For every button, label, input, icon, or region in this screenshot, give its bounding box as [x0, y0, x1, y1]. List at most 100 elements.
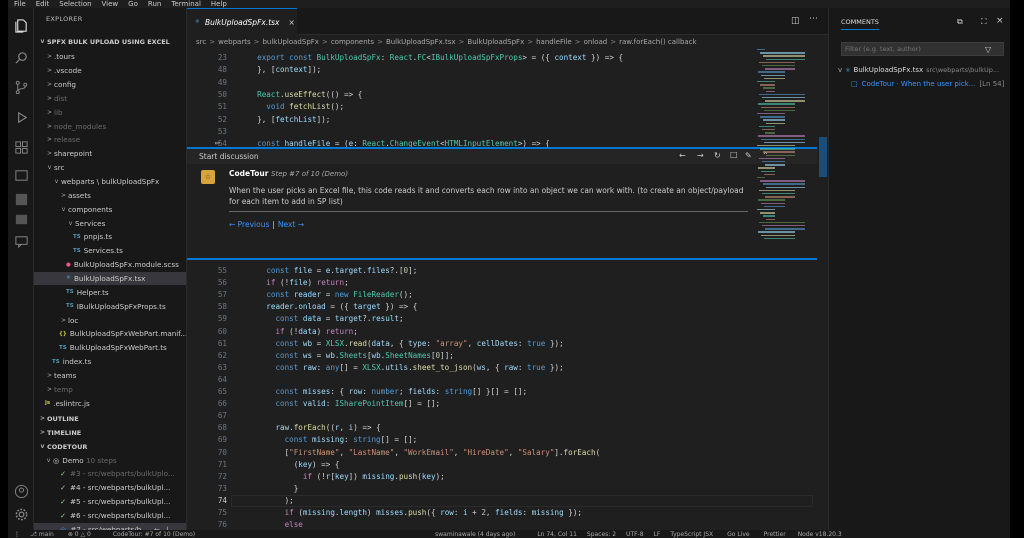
account-icon[interactable]: [12, 482, 30, 500]
tour-step[interactable]: ✓ #4 - src/webparts/bulkUpl...: [34, 481, 186, 495]
code-top[interactable]: 23 export const BulkUploadSpFx: React.FC…: [187, 49, 817, 148]
tree-item[interactable]: > .tours: [34, 50, 186, 64]
line-ending[interactable]: LF: [654, 531, 661, 538]
breadcrumb-item[interactable]: handleFile: [536, 38, 572, 46]
tree-item[interactable]: TS Helper.ts: [34, 285, 186, 299]
run-debug-icon[interactable]: [12, 108, 30, 126]
split-editor-icon[interactable]: ◫: [791, 16, 800, 26]
tree-item[interactable]: > sharepoint: [34, 147, 186, 161]
tree-item[interactable]: > .vscode: [34, 64, 186, 78]
tree-item[interactable]: TS BulkUploadSpFxWebPart.ts: [34, 341, 186, 355]
pnp-icon[interactable]: [12, 190, 30, 208]
tree-item[interactable]: ● BulkUploadSpFx.module.scss: [34, 258, 186, 272]
explorer-icon[interactable]: [12, 16, 30, 34]
comment-file-row[interactable]: v ⚛ BulkUploadSpFx.tsx src\webparts\bulk…: [838, 66, 999, 74]
menu-edit[interactable]: Edit: [36, 0, 50, 8]
breadcrumb-item[interactable]: BulkUploadSpFx.tsx: [386, 38, 456, 46]
tree-item[interactable]: {} BulkUploadSpFxWebPart.manif...: [34, 327, 186, 341]
outline-section[interactable]: > OUTLINE: [34, 412, 186, 426]
comment-thread-row[interactable]: □ CodeTour · When the user pick... [Ln 5…: [851, 80, 1004, 88]
extensions-icon[interactable]: [12, 138, 30, 156]
ms365-icon[interactable]: [12, 166, 30, 184]
previous-link[interactable]: ← Previous: [229, 220, 269, 229]
tree-item[interactable]: TS index.ts: [34, 355, 186, 369]
tree-item[interactable]: > loc: [34, 313, 186, 327]
language-mode[interactable]: TypeScript JSX: [670, 531, 713, 538]
project-header[interactable]: v SPFX BULK UPLOAD USING EXCEL: [34, 35, 186, 49]
menu-selection[interactable]: Selection: [59, 0, 91, 8]
breadcrumb-item[interactable]: onload: [584, 38, 608, 46]
comments-panel-icon[interactable]: [12, 232, 30, 250]
breadcrumb-item[interactable]: src: [196, 38, 206, 46]
comment-gutter-icon[interactable]: ▭: [215, 139, 219, 147]
menu-file[interactable]: File: [14, 0, 26, 8]
breadcrumb-item[interactable]: components: [331, 38, 374, 46]
tree-item[interactable]: > teams: [34, 369, 186, 383]
tab-bulkuploadspfx[interactable]: ⚛ BulkUploadSpFx.tsx ×: [187, 8, 297, 35]
manage-gear-icon[interactable]: [12, 505, 30, 523]
tree-item[interactable]: > release: [34, 133, 186, 147]
search-icon[interactable]: [12, 48, 30, 66]
tree-item[interactable]: ⚛ BulkUploadSpFx.tsx: [34, 271, 186, 286]
arrow-right-icon[interactable]: →: [697, 151, 704, 160]
tree-item[interactable]: TS Services.ts: [34, 244, 186, 258]
menu-help[interactable]: Help: [211, 0, 227, 8]
filter-icon[interactable]: ▽: [985, 45, 991, 54]
tree-item[interactable]: v components: [34, 202, 186, 216]
collapse-all-icon[interactable]: ⧉: [957, 17, 963, 27]
menu-run[interactable]: Run: [148, 0, 161, 8]
codetour-status[interactable]: CodeTour: #7 of 10 (Demo): [113, 531, 195, 538]
next-link[interactable]: Next →: [278, 220, 304, 229]
timeline-section[interactable]: > TIMELINE: [34, 426, 186, 440]
tree-item[interactable]: js .eslintrc.js: [34, 396, 186, 410]
prettier[interactable]: Prettier: [764, 531, 786, 538]
tree-item[interactable]: > lib: [34, 105, 186, 119]
tree-item[interactable]: v webparts \ bulkUploadSpFx: [34, 175, 186, 189]
go-live[interactable]: Go Live: [727, 531, 749, 538]
cursor-position[interactable]: Ln 74, Col 11: [537, 531, 577, 538]
close-panel-icon[interactable]: ×: [996, 16, 1004, 26]
tree-item[interactable]: v Services: [34, 216, 186, 230]
tour-demo[interactable]: v ◎ Demo 10 steps: [34, 454, 186, 468]
menu-go[interactable]: Go: [128, 0, 138, 8]
menu-view[interactable]: View: [102, 0, 119, 8]
source-control-icon[interactable]: [12, 78, 30, 96]
breadcrumb-item[interactable]: raw.forEach() callback: [619, 38, 696, 46]
tree-item[interactable]: > temp: [34, 382, 186, 396]
comments-filter-input[interactable]: [845, 45, 985, 53]
node-version[interactable]: Node v18.20.3: [798, 531, 842, 538]
indentation[interactable]: Spaces: 2: [587, 531, 616, 538]
tree-item[interactable]: > node_modules: [34, 119, 186, 133]
breadcrumb-item[interactable]: BulkUploadSpFx: [467, 38, 524, 46]
tree-item[interactable]: > dist: [34, 92, 186, 106]
remote-icon[interactable]: ⋮: [14, 531, 20, 538]
tour-step[interactable]: ✓ #3 - src/webparts/bulkUplo...: [34, 467, 186, 481]
comments-tab[interactable]: COMMENTS: [841, 18, 879, 30]
tree-item[interactable]: > config: [34, 78, 186, 92]
scrollbar-thumb[interactable]: [819, 137, 827, 177]
tree-item[interactable]: TS pnpjs.ts: [34, 230, 186, 244]
branch-status[interactable]: ⎇ main: [30, 531, 54, 538]
tree-item[interactable]: v src: [34, 161, 186, 175]
problems-status[interactable]: ⊗ 0 △ 0: [68, 531, 91, 538]
breadcrumb-item[interactable]: bulkUploadSpFx: [262, 38, 318, 46]
close-tab-icon[interactable]: ×: [289, 18, 295, 27]
code-bottom[interactable]: 55 const file = e.target.files?.[0]; 56 i…: [187, 262, 817, 530]
stop-icon[interactable]: □: [730, 150, 738, 159]
minimap[interactable]: [757, 49, 815, 249]
tree-item[interactable]: > assets: [34, 189, 186, 203]
more-actions-icon[interactable]: ⋯: [809, 14, 818, 24]
tour-step[interactable]: ◎ #7 - src/webparts/b... ← ↓: [34, 522, 186, 530]
menu-terminal[interactable]: Terminal: [171, 0, 201, 8]
arrow-refresh-icon[interactable]: ↻: [714, 151, 721, 160]
tree-item[interactable]: TS IBulkUploadSpFxProps.ts: [34, 299, 186, 313]
arrow-left-icon[interactable]: ←: [679, 151, 686, 160]
tour-step[interactable]: ✓ #5 - src/webparts/bulkUpl...: [34, 495, 186, 509]
codetour-section[interactable]: v CODETOUR: [34, 440, 186, 454]
breadcrumb-item[interactable]: webparts: [218, 38, 250, 46]
edit-icon[interactable]: ✎: [745, 151, 752, 160]
git-blame[interactable]: swaminawale (4 days ago): [435, 531, 515, 538]
vertical-scrollbar[interactable]: [818, 49, 828, 530]
tour-step[interactable]: ✓ #6 - src/webparts/bulkUpl...: [34, 509, 186, 523]
maximize-icon[interactable]: ⛶: [981, 17, 987, 27]
